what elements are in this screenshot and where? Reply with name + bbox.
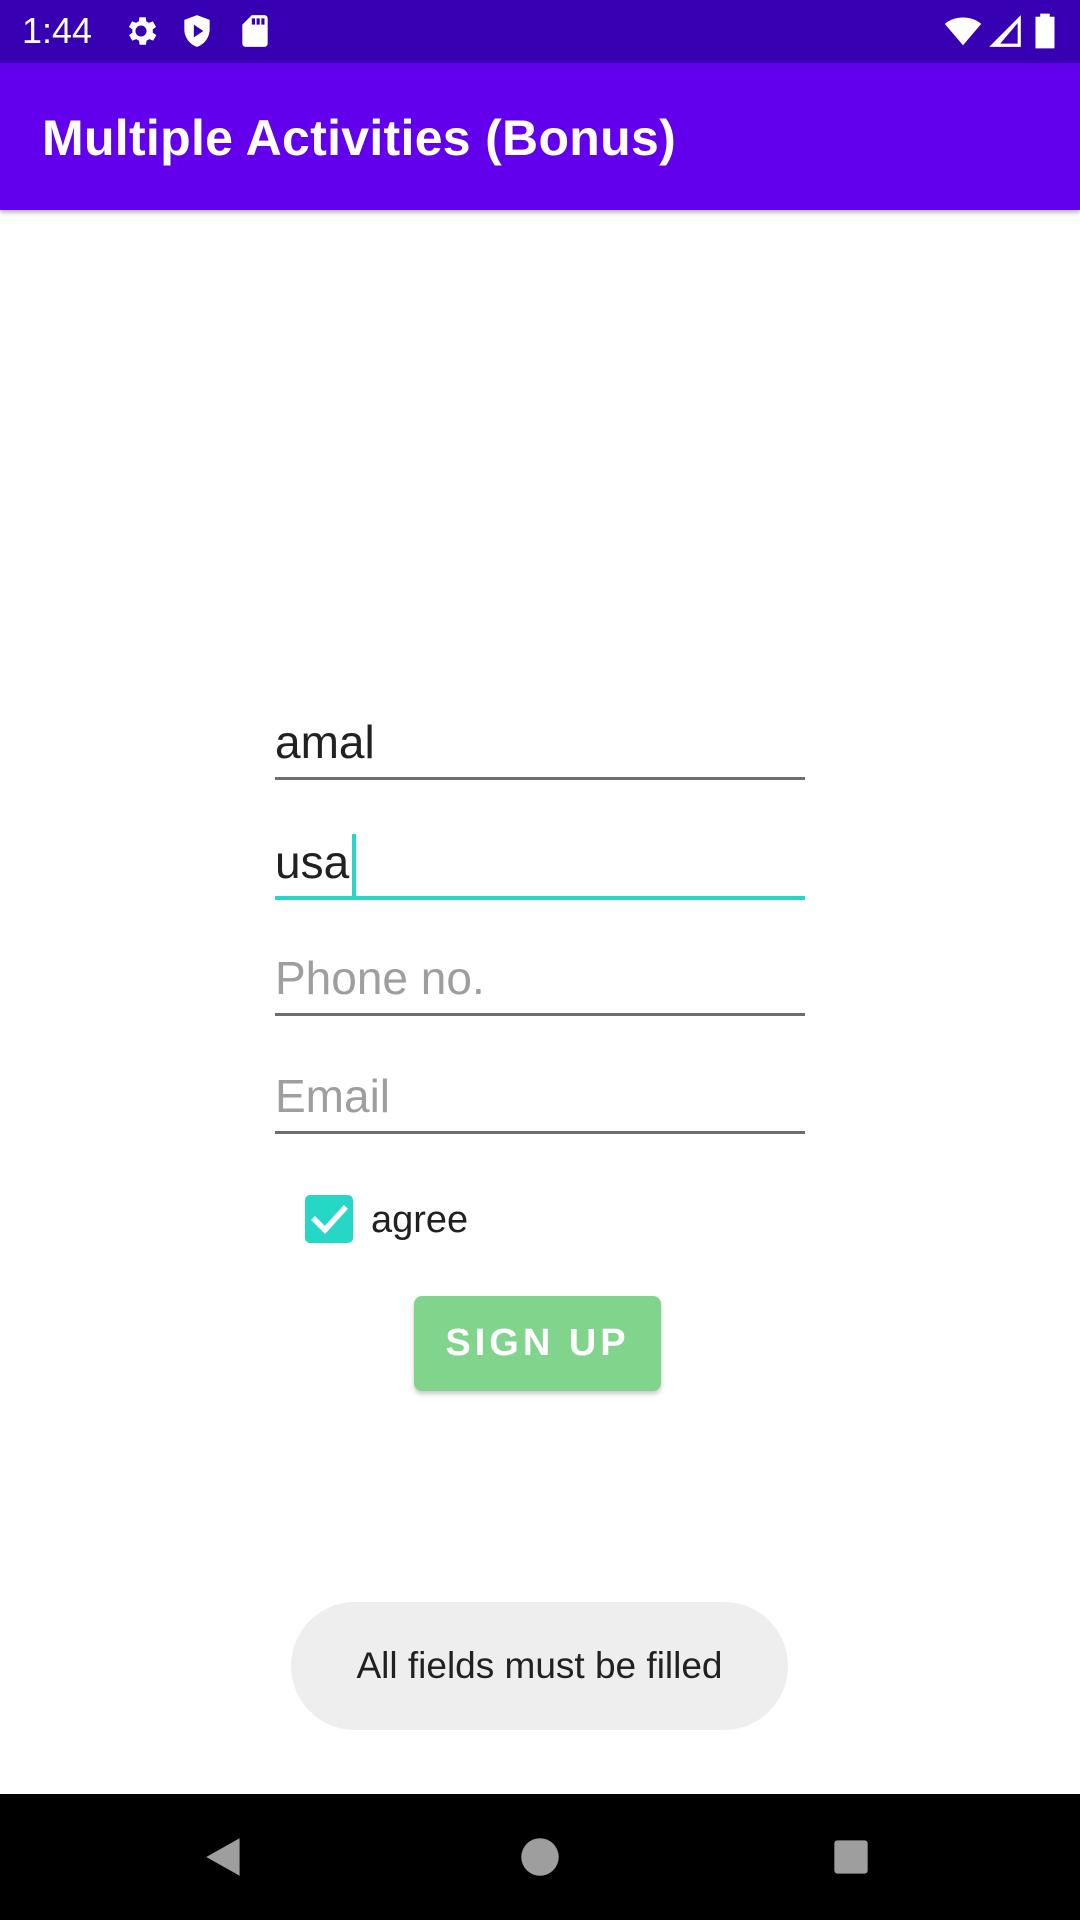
phone-underline xyxy=(275,1013,805,1016)
text-cursor xyxy=(352,834,356,896)
phone-input[interactable] xyxy=(275,946,805,1010)
name-input[interactable] xyxy=(275,710,805,774)
gear-icon xyxy=(122,12,160,50)
signup-button[interactable]: SIGN UP xyxy=(414,1296,661,1391)
agree-label[interactable]: agree xyxy=(371,1198,468,1242)
name-underline xyxy=(275,777,805,780)
nav-bar xyxy=(0,1794,1080,1920)
shield-play-icon xyxy=(178,12,216,50)
email-field[interactable] xyxy=(275,1064,805,1134)
home-icon[interactable] xyxy=(515,1832,565,1882)
status-time: 1:44 xyxy=(22,10,93,51)
back-icon[interactable] xyxy=(200,1832,250,1882)
battery-icon xyxy=(1030,12,1060,50)
email-underline xyxy=(275,1131,805,1134)
app-bar: Multiple Activities (Bonus) xyxy=(0,63,1080,210)
country-field[interactable] xyxy=(275,830,805,900)
name-field[interactable] xyxy=(275,710,805,780)
country-underline xyxy=(275,896,805,900)
toast-message: All fields must be filled xyxy=(291,1602,788,1730)
cell-signal-icon xyxy=(986,12,1024,50)
page-title: Multiple Activities (Bonus) xyxy=(42,110,677,166)
check-icon xyxy=(311,1205,348,1235)
sd-card-icon xyxy=(236,12,274,50)
agree-checkbox[interactable] xyxy=(305,1195,353,1243)
screen: 1:44 Multiple Activities (Bonus) amal us… xyxy=(0,0,1080,1920)
phone-field[interactable] xyxy=(275,946,805,1016)
wifi-icon xyxy=(944,12,982,50)
status-bar: 1:44 xyxy=(0,0,1080,63)
recents-icon[interactable] xyxy=(826,1832,876,1882)
email-input[interactable] xyxy=(275,1064,805,1128)
